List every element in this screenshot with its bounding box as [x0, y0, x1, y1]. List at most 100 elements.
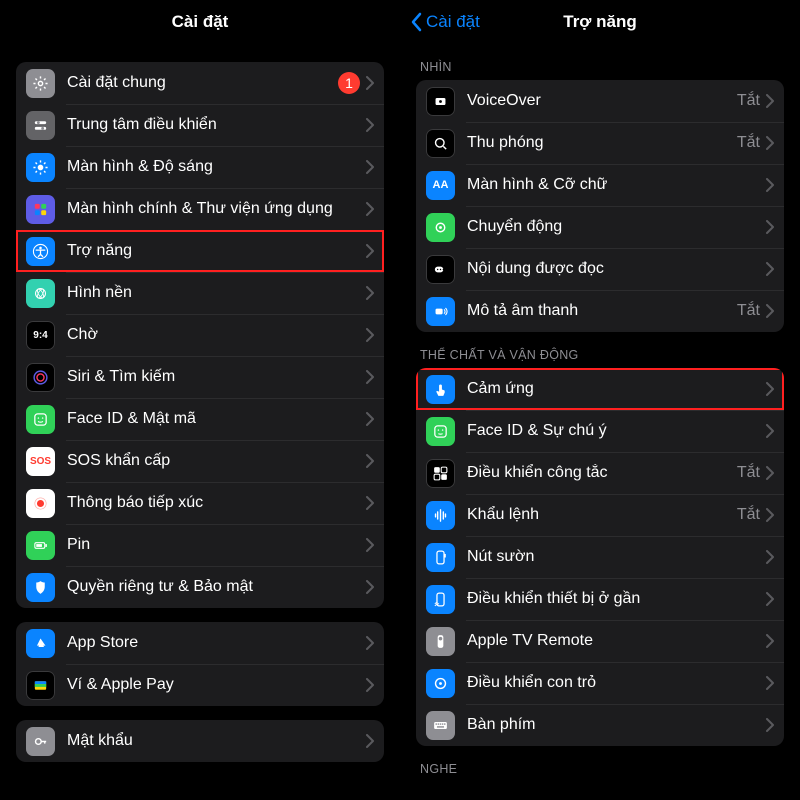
settings-row[interactable]: Nội dung được đọc	[416, 248, 784, 290]
chevron-right-icon	[766, 94, 774, 108]
settings-row[interactable]: Khẩu lệnh Tắt	[416, 494, 784, 536]
settings-group: Cảm ứng Face ID & Sự chú ý Điều khiển cô…	[416, 368, 784, 746]
motion-icon	[426, 213, 455, 242]
attention-icon	[426, 417, 455, 446]
appstore-icon	[26, 629, 55, 658]
privacy-icon	[26, 573, 55, 602]
accessibility-list[interactable]: NHÌN VoiceOver Tắt Thu phóng Tắt AA Màn …	[400, 44, 800, 800]
row-label: Khẩu lệnh	[467, 506, 737, 524]
settings-row[interactable]: Mô tả âm thanh Tắt	[416, 290, 784, 332]
settings-row[interactable]: Điều khiển con trỏ	[416, 662, 784, 704]
row-label: Điều khiển con trỏ	[467, 674, 766, 692]
chevron-right-icon	[366, 286, 374, 300]
settings-row[interactable]: VoiceOver Tắt	[416, 80, 784, 122]
settings-row[interactable]: App Store	[16, 622, 384, 664]
chevron-right-icon	[366, 370, 374, 384]
settings-row[interactable]: Quyền riêng tư & Bảo mật	[16, 566, 384, 608]
exposure-icon	[26, 489, 55, 518]
settings-group: Cài đặt chung 1 Trung tâm điều khiển Màn…	[16, 62, 384, 608]
settings-row[interactable]: Siri & Tìm kiếm	[16, 356, 384, 398]
row-label: Điều khiển thiết bị ở gần	[467, 590, 766, 608]
brightness-icon	[26, 153, 55, 182]
settings-row[interactable]: Pin	[16, 524, 384, 566]
wallpaper-icon	[26, 279, 55, 308]
row-label: Trung tâm điều khiển	[67, 116, 366, 134]
row-label: Chuyển động	[467, 218, 766, 236]
settings-row[interactable]: AA Màn hình & Cỡ chữ	[416, 164, 784, 206]
row-label: Màn hình & Độ sáng	[67, 158, 366, 176]
chevron-right-icon	[766, 262, 774, 276]
row-label: Mô tả âm thanh	[467, 302, 737, 320]
chevron-right-icon	[366, 678, 374, 692]
settings-row[interactable]: Thu phóng Tắt	[416, 122, 784, 164]
settings-row[interactable]: 9:4 Chờ	[16, 314, 384, 356]
row-label: Nút sườn	[467, 548, 766, 566]
settings-row[interactable]: Cảm ứng	[416, 368, 784, 410]
accessibility-icon	[26, 237, 55, 266]
settings-row[interactable]: Chuyển động	[416, 206, 784, 248]
chevron-right-icon	[766, 466, 774, 480]
row-label: App Store	[67, 634, 366, 652]
row-label: Cảm ứng	[467, 380, 766, 398]
status-value: Tắt	[737, 464, 760, 482]
page-title: Cài đặt	[172, 12, 229, 32]
zoom-icon	[426, 129, 455, 158]
wallet-icon	[26, 671, 55, 700]
settings-row[interactable]: Face ID & Mật mã	[16, 398, 384, 440]
keyboard-icon	[426, 711, 455, 740]
sidebutton-icon	[426, 543, 455, 572]
voice-icon	[426, 501, 455, 530]
standby-icon: 9:4	[26, 321, 55, 350]
settings-row[interactable]: Thông báo tiếp xúc	[16, 482, 384, 524]
settings-row[interactable]: Trợ năng	[16, 230, 384, 272]
spoken-icon	[426, 255, 455, 284]
row-label: Bàn phím	[467, 716, 766, 734]
settings-row[interactable]: Bàn phím	[416, 704, 784, 746]
row-label: Chờ	[67, 326, 366, 344]
settings-row[interactable]: Ví & Apple Pay	[16, 664, 384, 706]
row-label: Cài đặt chung	[67, 74, 338, 92]
switch-icon	[426, 459, 455, 488]
settings-row[interactable]: Điều khiển công tắc Tắt	[416, 452, 784, 494]
row-label: Trợ năng	[67, 242, 366, 260]
section-header: THỂ CHẤT VÀ VẬN ĐỘNG	[416, 332, 784, 368]
chevron-right-icon	[366, 202, 374, 216]
settings-row[interactable]: Hình nền	[16, 272, 384, 314]
home-screen-icon	[26, 195, 55, 224]
battery-icon	[26, 531, 55, 560]
settings-list[interactable]: Cài đặt chung 1 Trung tâm điều khiển Màn…	[0, 44, 400, 800]
chevron-right-icon	[766, 718, 774, 732]
settings-row[interactable]: SOS SOS khẩn cấp	[16, 440, 384, 482]
settings-row[interactable]: Cài đặt chung 1	[16, 62, 384, 104]
settings-row[interactable]: Nút sườn	[416, 536, 784, 578]
back-button[interactable]: Cài đặt	[410, 0, 480, 44]
chevron-right-icon	[366, 328, 374, 342]
accessibility-screen: Cài đặt Trợ năng NHÌN VoiceOver Tắt Thu …	[400, 0, 800, 800]
appletv-icon	[426, 627, 455, 656]
notification-badge: 1	[338, 72, 360, 94]
chevron-right-icon	[366, 636, 374, 650]
chevron-right-icon	[366, 580, 374, 594]
row-label: Điều khiển công tắc	[467, 464, 737, 482]
settings-row[interactable]: Trung tâm điều khiển	[16, 104, 384, 146]
chevron-right-icon	[766, 550, 774, 564]
row-label: Màn hình & Cỡ chữ	[467, 176, 766, 194]
row-label: SOS khẩn cấp	[67, 452, 366, 470]
chevron-right-icon	[366, 412, 374, 426]
settings-row[interactable]: Apple TV Remote	[416, 620, 784, 662]
settings-row[interactable]: Màn hình & Độ sáng	[16, 146, 384, 188]
settings-row[interactable]: Điều khiển thiết bị ở gần	[416, 578, 784, 620]
chevron-right-icon	[366, 244, 374, 258]
chevron-right-icon	[766, 220, 774, 234]
row-label: VoiceOver	[467, 92, 737, 110]
header: Cài đặt	[0, 0, 400, 44]
settings-row[interactable]: Mật khẩu	[16, 720, 384, 762]
settings-row[interactable]: Face ID & Sự chú ý	[416, 410, 784, 452]
gear-icon	[26, 69, 55, 98]
row-label: Apple TV Remote	[467, 632, 766, 650]
passwords-icon	[26, 727, 55, 756]
chevron-right-icon	[766, 676, 774, 690]
row-label: Mật khẩu	[67, 732, 366, 750]
settings-row[interactable]: Màn hình chính & Thư viện ứng dụng	[16, 188, 384, 230]
chevron-right-icon	[766, 178, 774, 192]
